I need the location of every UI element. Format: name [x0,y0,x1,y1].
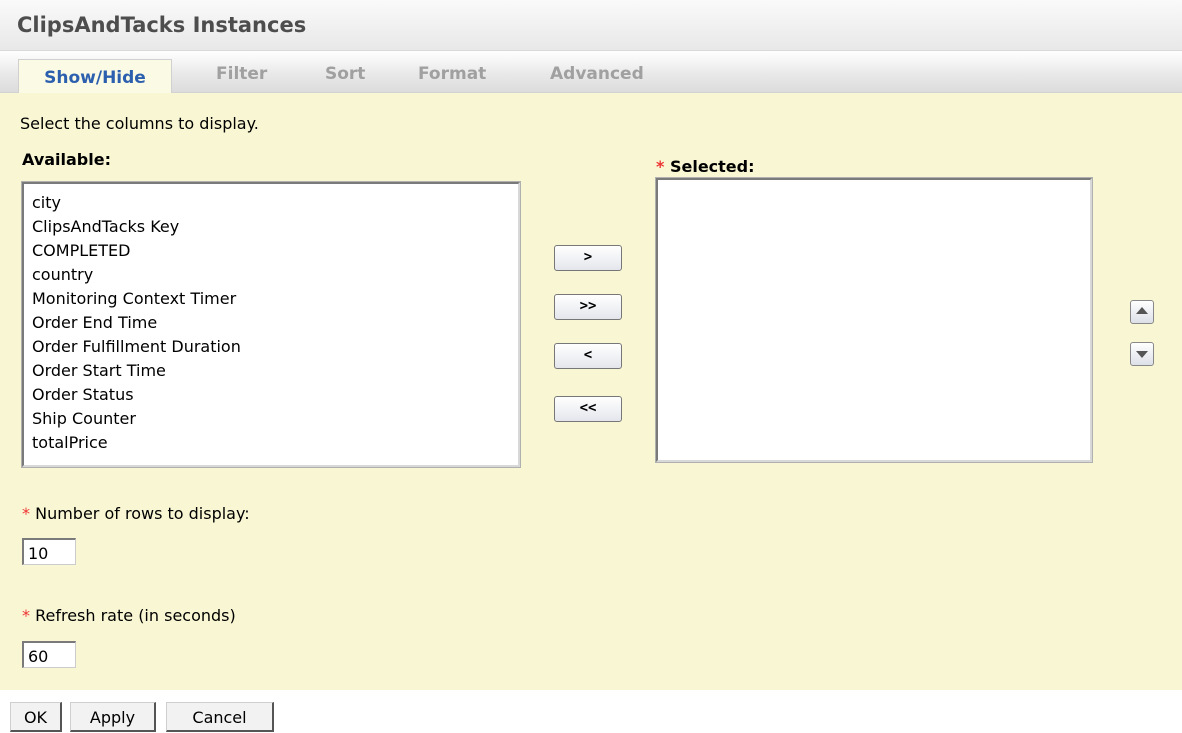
required-marker: * [656,157,665,176]
list-item[interactable]: ClipsAndTacks Key [24,215,518,239]
refresh-rate-input[interactable]: 60 [22,641,76,668]
arrow-down-icon [1136,351,1148,358]
list-item[interactable]: Order End Time [24,311,518,335]
list-item[interactable]: Ship Counter [24,407,518,431]
tab-filter[interactable]: Filter [216,64,267,84]
list-item[interactable]: Order Start Time [24,359,518,383]
remove-column-button[interactable]: < [554,343,622,369]
rows-label-group: * Number of rows to display: [22,504,250,523]
available-items-container: city ClipsAndTacks Key COMPLETED country… [24,184,518,455]
rows-label: Number of rows to display: [35,504,250,523]
list-item[interactable]: Order Fulfillment Duration [24,335,518,359]
refresh-rate-label: Refresh rate (in seconds) [35,606,236,625]
list-item[interactable]: country [24,263,518,287]
title-bar: ClipsAndTacks Instances [0,0,1182,51]
page-title: ClipsAndTacks Instances [17,13,307,37]
refresh-label-group: * Refresh rate (in seconds) [22,606,236,625]
instructions-text: Select the columns to display. [20,114,259,133]
selected-label-group: * Selected: [656,157,755,176]
list-item[interactable]: totalPrice [24,431,518,455]
rows-to-display-input[interactable]: 10 [22,538,76,565]
move-down-button[interactable] [1130,342,1154,366]
add-all-columns-button[interactable]: >> [554,294,622,320]
tab-format[interactable]: Format [418,64,486,84]
list-item[interactable]: Order Status [24,383,518,407]
move-up-button[interactable] [1130,300,1154,324]
tab-advanced[interactable]: Advanced [550,64,644,84]
list-item[interactable]: COMPLETED [24,239,518,263]
required-marker: * [22,606,30,625]
selected-columns-list[interactable] [656,178,1092,462]
tab-show-hide[interactable]: Show/Hide [18,59,172,94]
list-item[interactable]: city [24,191,518,215]
list-item[interactable]: Monitoring Context Timer [24,287,518,311]
apply-button[interactable]: Apply [70,702,156,732]
arrow-up-icon [1136,307,1148,314]
available-label: Available: [22,150,111,169]
tab-sort[interactable]: Sort [325,64,365,84]
show-hide-panel: Select the columns to display. Available… [0,93,1182,690]
selected-label: Selected: [669,157,755,176]
add-column-button[interactable]: > [554,245,622,271]
remove-all-columns-button[interactable]: << [554,396,622,422]
cancel-button[interactable]: Cancel [166,702,274,732]
available-columns-list[interactable]: city ClipsAndTacks Key COMPLETED country… [22,182,520,467]
required-marker: * [22,504,30,523]
tab-bar: Show/Hide Filter Sort Format Advanced [0,51,1182,94]
ok-button[interactable]: OK [10,702,62,732]
